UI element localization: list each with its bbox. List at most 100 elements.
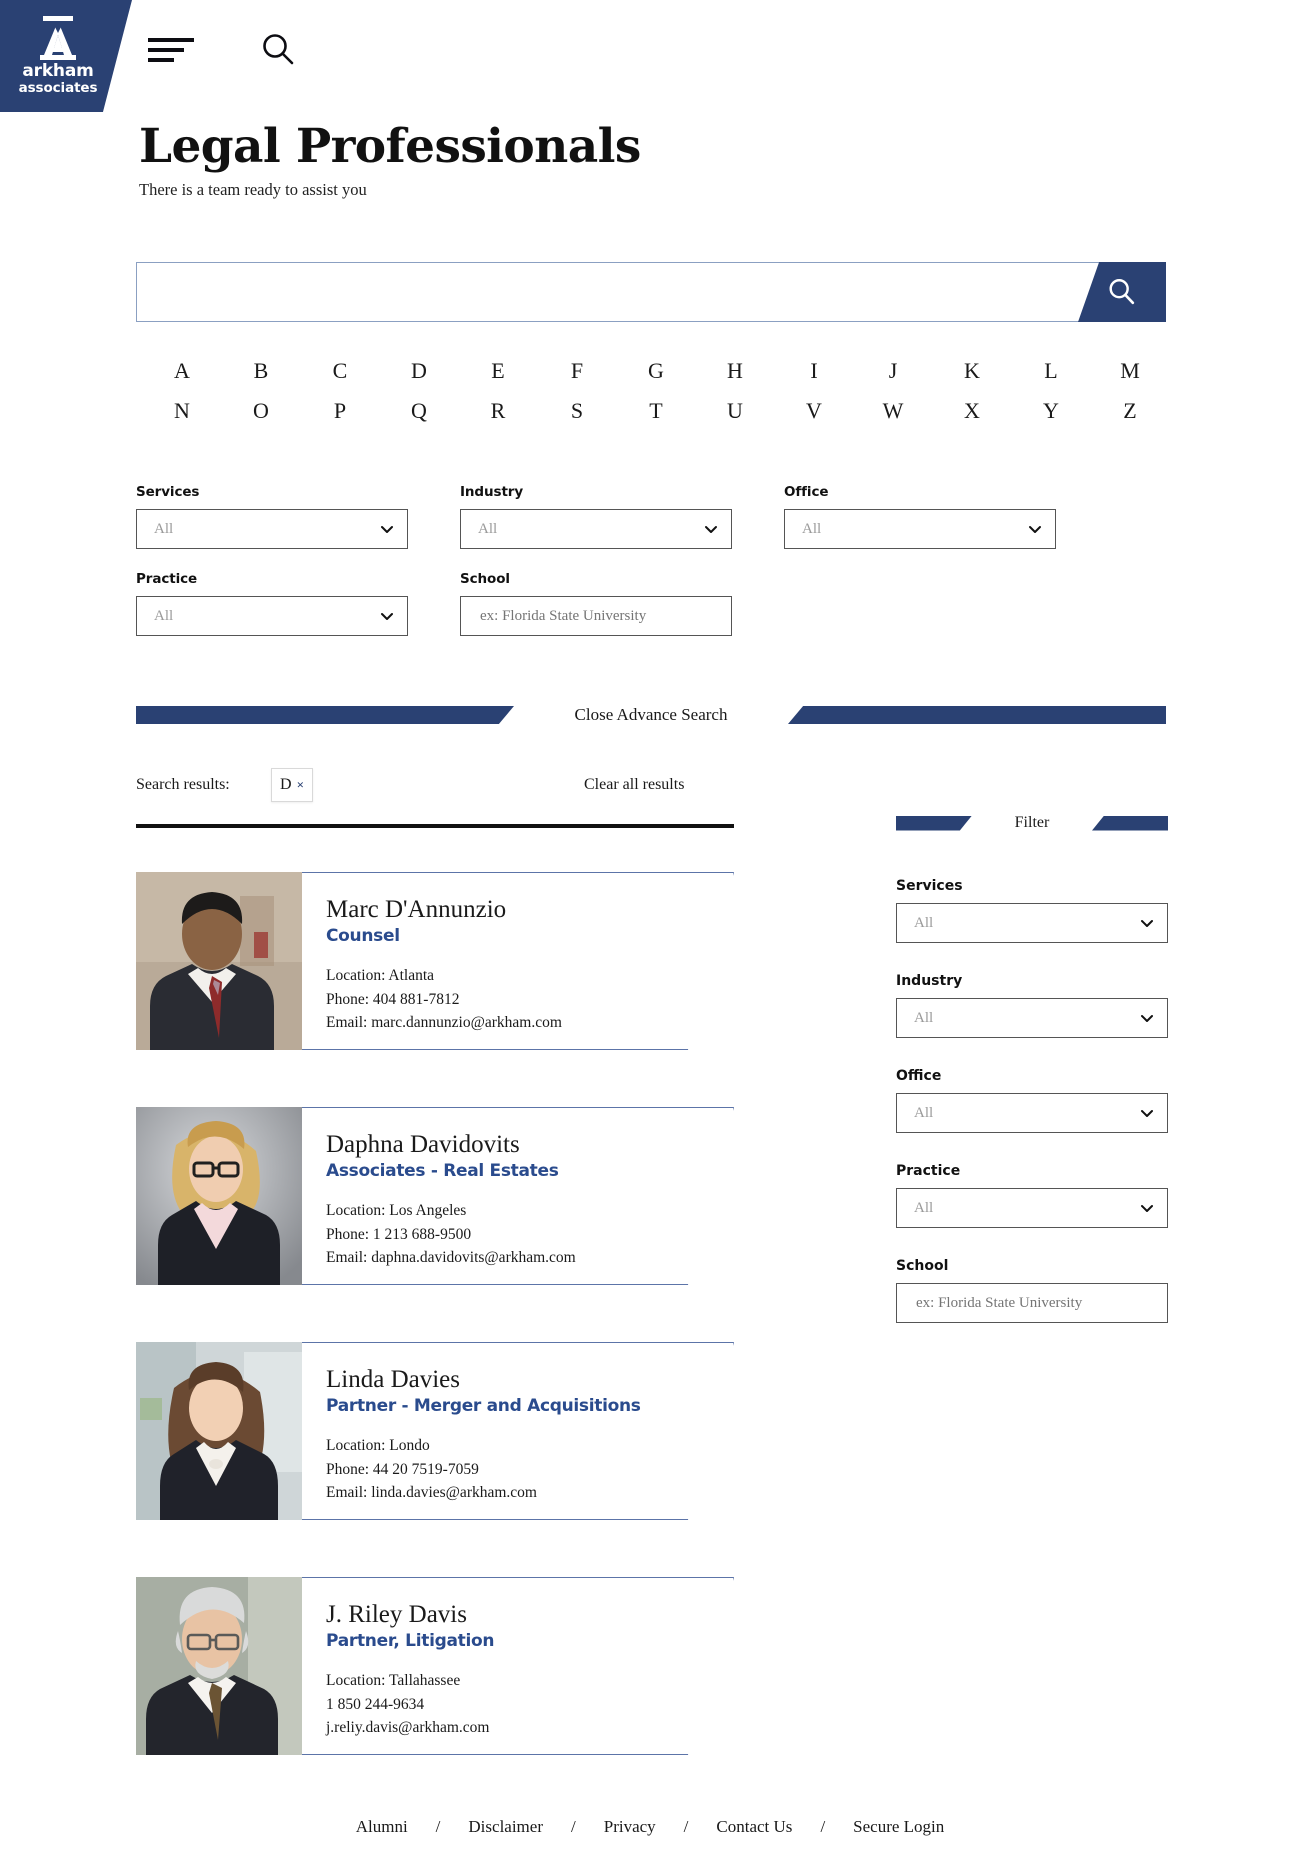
footer-link-disclaimer[interactable]: Disclaimer [468,1817,543,1837]
footer-link-secure-login[interactable]: Secure Login [853,1817,944,1837]
filter-row-1: Services All Industry All Office All [136,484,1166,549]
sidebar-industry-select[interactable]: All [896,998,1168,1038]
alpha-letter[interactable]: P [326,398,354,424]
filter-label: Office [784,484,829,500]
select-value: All [914,1104,934,1121]
person-location: Location: Londo [326,1437,430,1454]
alpha-letter[interactable]: C [326,358,354,384]
person-phone: Phone: 44 20 7519-7059 [326,1460,479,1478]
close-advance-search-toggle[interactable]: Close Advance Search [514,705,788,725]
alpha-letter[interactable]: V [800,398,828,424]
alpha-letter[interactable]: J [879,358,907,384]
person-meta: Location: Atlanta Phone: 404 881-7812 Em… [326,964,706,1035]
brand-logo[interactable]: arkham associates [0,0,132,112]
person-title: Counsel [326,926,400,946]
search-icon[interactable] [258,30,298,70]
filter-label: Practice [896,1163,961,1179]
search-results-label: Search results: [136,776,230,793]
alpha-letter[interactable]: D [405,358,433,384]
alpha-letter[interactable]: I [800,358,828,384]
alphabet-index: A B C D E F G H I J K L M N O P Q R S T … [136,358,1166,438]
search-input[interactable] [136,262,1166,322]
sidebar-filter-practice: Practice All [896,1163,1168,1228]
person-meta: Location: Tallahassee 1 850 244-9634 j.r… [326,1669,706,1740]
alpha-letter[interactable]: Y [1037,398,1065,424]
alpha-letter[interactable]: Z [1116,398,1144,424]
clear-all-results-button[interactable]: Clear all results [584,776,684,794]
filter-industry: Industry All [460,484,732,549]
advanced-search-filters: Services All Industry All Office All Pra… [136,484,1166,658]
filter-label: Practice [136,571,198,587]
select-value: All [914,1009,934,1026]
person-card[interactable]: Daphna Davidovits Associates - Real Esta… [136,1107,734,1285]
alpha-letter[interactable]: M [1116,358,1144,384]
filter-label: Services [896,878,963,894]
page-subtitle: There is a team ready to assist you [139,179,367,199]
select-value: All [154,607,174,624]
alphabet-row-1: A B C D E F G H I J K L M [136,358,1166,384]
select-value: All [914,914,934,931]
sidebar-services-select[interactable]: All [896,903,1168,943]
main-search [136,262,1166,322]
alpha-letter[interactable]: T [642,398,670,424]
filter-label: Office [896,1068,942,1084]
active-filter-chip[interactable]: D × [271,768,313,802]
sidebar-school-input-wrap[interactable] [896,1283,1168,1323]
close-icon[interactable]: × [297,777,304,793]
chevron-down-icon [1141,1205,1153,1212]
card-body: Marc D'Annunzio Counsel Location: Atlant… [326,896,706,1035]
hamburger-icon[interactable] [148,38,194,68]
person-phone: Phone: 1 213 688-9500 [326,1225,472,1243]
person-meta: Location: Los Angeles Phone: 1 213 688-9… [326,1199,706,1270]
alpha-letter[interactable]: Q [405,398,433,424]
footer-link-privacy[interactable]: Privacy [604,1817,656,1837]
office-select[interactable]: All [784,509,1056,549]
alpha-letter[interactable]: F [563,358,591,384]
filter-sidebar-title: Filter [1014,814,1050,831]
avatar [136,1107,302,1285]
chevron-down-icon [1141,1015,1153,1022]
alpha-letter[interactable]: U [721,398,749,424]
filter-label: School [460,571,510,587]
school-input-wrap[interactable] [460,596,732,636]
person-location: Location: Tallahassee [326,1672,461,1689]
sidebar-filter-industry: Industry All [896,973,1168,1038]
industry-select[interactable]: All [460,509,732,549]
services-select[interactable]: All [136,509,408,549]
alpha-letter[interactable]: H [721,358,749,384]
alphabet-row-2: N O P Q R S T U V W X Y Z [136,398,1166,424]
footer-link-contact-us[interactable]: Contact Us [716,1817,792,1837]
results-header: Search results: D × Clear all results [136,768,734,828]
school-input[interactable] [478,606,719,626]
person-card[interactable]: Linda Davies Partner - Merger and Acquis… [136,1342,734,1520]
alpha-letter[interactable]: A [168,358,196,384]
filter-label: School [896,1258,949,1274]
avatar [136,1577,302,1755]
filter-practice: Practice All [136,571,408,636]
person-card[interactable]: J. Riley Davis Partner, Litigation Locat… [136,1577,734,1755]
alpha-letter[interactable]: L [1037,358,1065,384]
person-card[interactable]: Marc D'Annunzio Counsel Location: Atlant… [136,872,734,1050]
sidebar-school-input[interactable] [914,1293,1155,1313]
alpha-letter[interactable]: K [958,358,986,384]
alpha-letter[interactable]: W [879,398,907,424]
alpha-letter[interactable]: E [484,358,512,384]
filter-school: School [460,571,732,636]
sidebar-filter-school: School [896,1258,1168,1323]
results-list: Marc D'Annunzio Counsel Location: Atlant… [136,872,734,1812]
footer-separator: / [571,1817,576,1836]
footer-link-alumni[interactable]: Alumni [356,1817,408,1837]
sidebar-office-select[interactable]: All [896,1093,1168,1133]
footer-separator: / [683,1817,689,1836]
filter-office: Office All [784,484,1056,549]
alpha-letter[interactable]: O [247,398,275,424]
alpha-letter[interactable]: S [563,398,591,424]
practice-select[interactable]: All [136,596,408,636]
sidebar-practice-select[interactable]: All [896,1188,1168,1228]
alpha-letter[interactable]: N [168,398,196,424]
alpha-letter[interactable]: G [642,358,670,384]
alpha-letter[interactable]: R [484,398,512,424]
person-title: Associates - Real Estates [326,1161,559,1181]
alpha-letter[interactable]: B [247,358,275,384]
alpha-letter[interactable]: X [958,398,986,424]
